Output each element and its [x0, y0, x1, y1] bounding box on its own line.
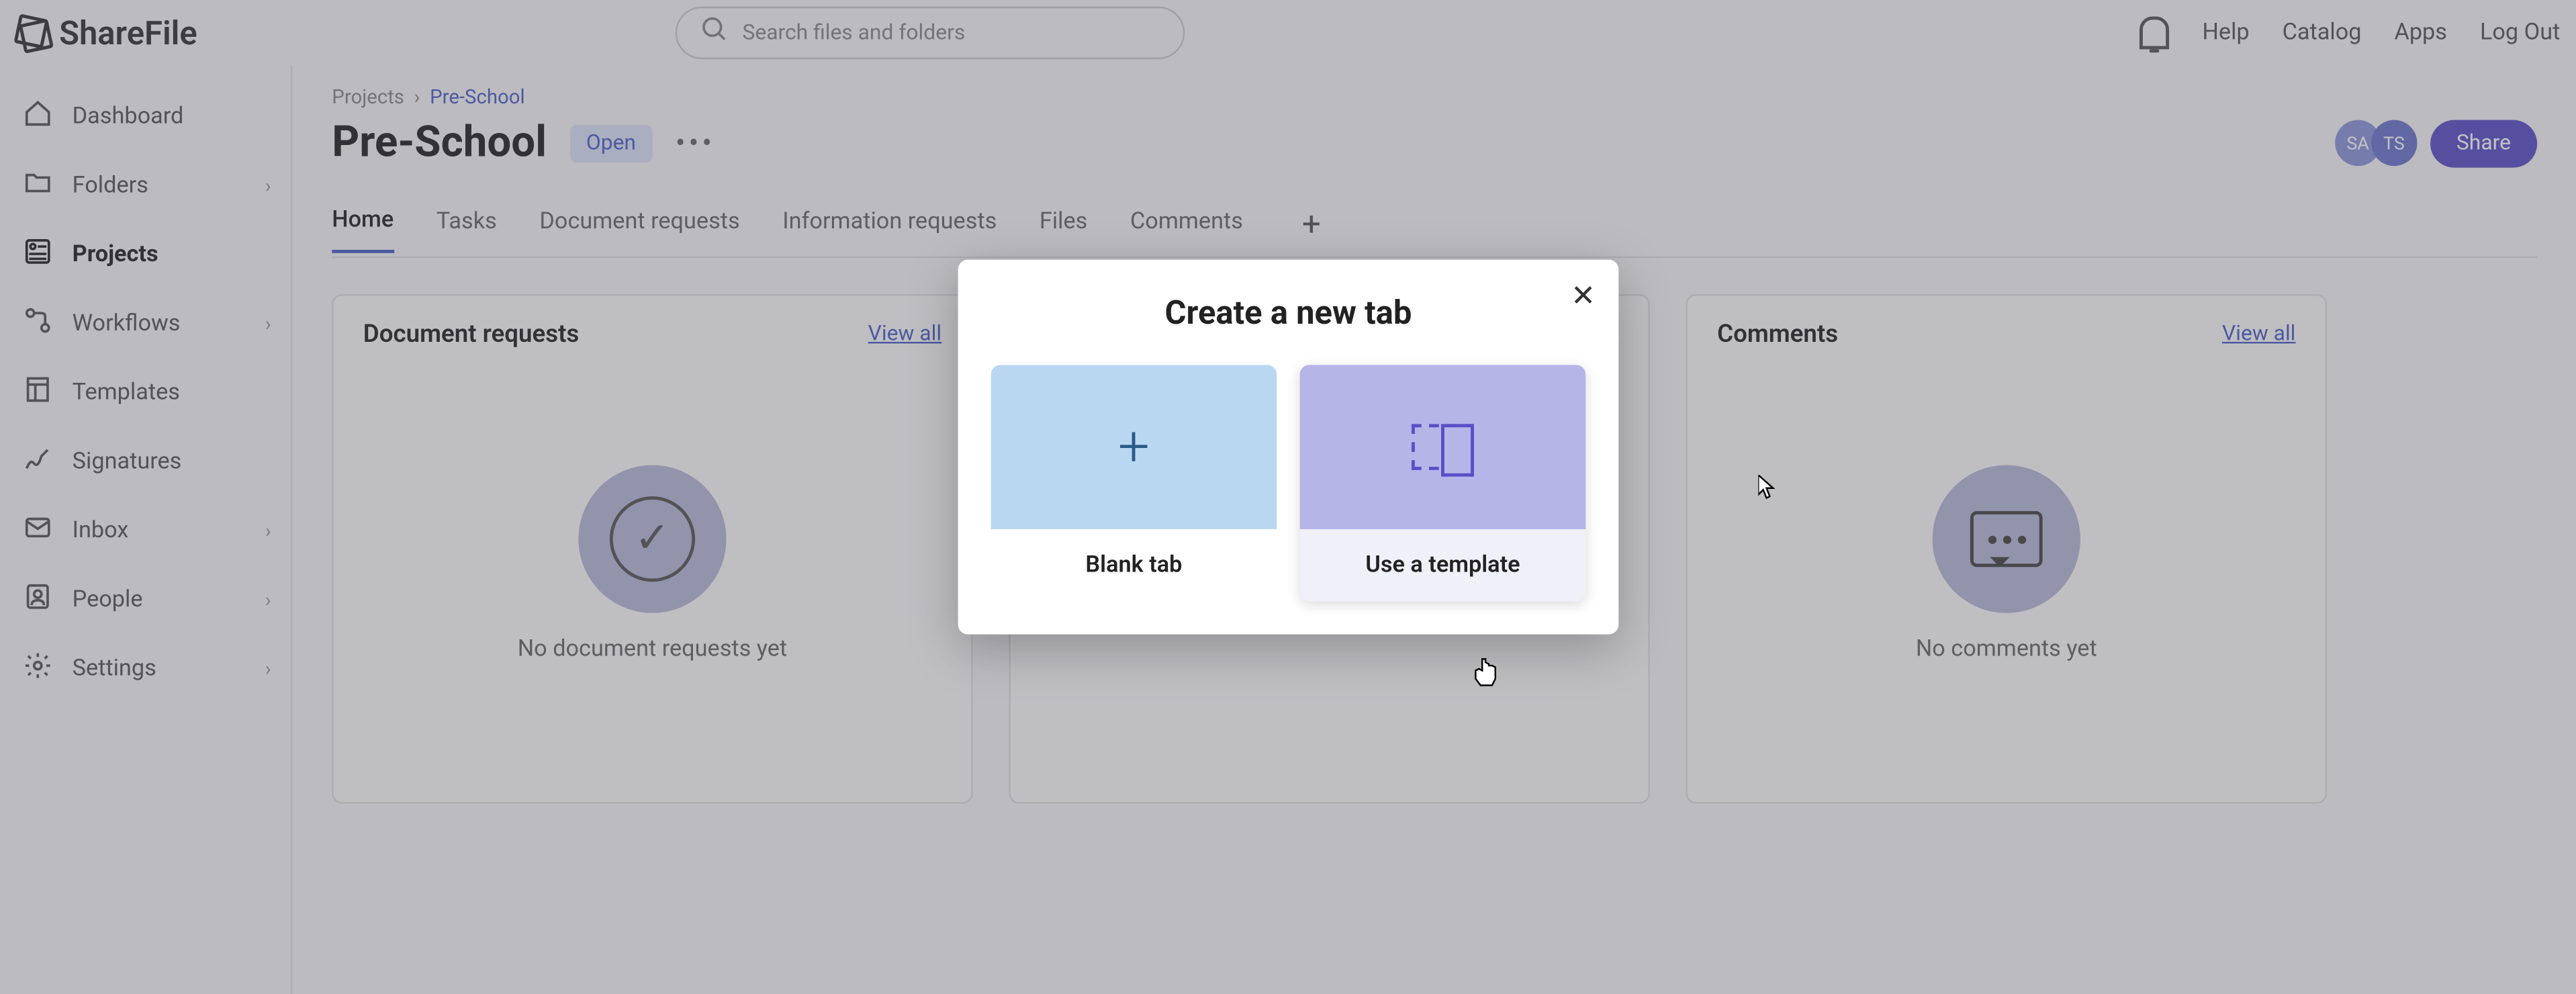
template-preview: [1300, 365, 1586, 530]
blank-tab-preview: +: [991, 365, 1277, 530]
modal-title: Create a new tab: [991, 293, 1586, 333]
plus-icon: +: [1118, 415, 1150, 481]
option-label: Use a template: [1300, 530, 1586, 602]
template-icon: [1412, 424, 1474, 471]
close-icon[interactable]: ✕: [1571, 280, 1596, 314]
option-blank-tab[interactable]: + Blank tab: [991, 365, 1277, 602]
option-use-template[interactable]: Use a template: [1300, 365, 1586, 602]
option-label: Blank tab: [991, 530, 1277, 602]
create-tab-modal: ✕ Create a new tab + Blank tab Use a tem…: [958, 261, 1619, 635]
modal-overlay[interactable]: ✕ Create a new tab + Blank tab Use a tem…: [0, 0, 2576, 994]
